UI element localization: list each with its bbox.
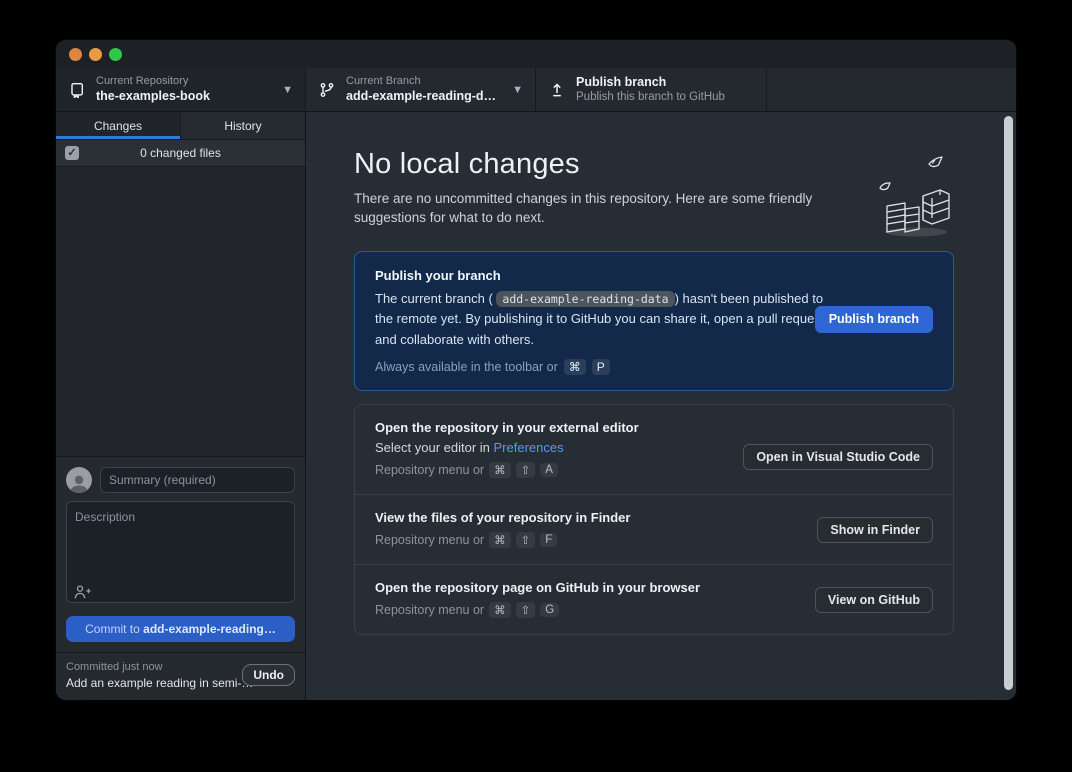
user-avatar [66,467,92,493]
shift-key: ⇧ [516,602,536,618]
vertical-scrollbar[interactable] [1004,116,1013,690]
changed-files-list [56,167,305,456]
suggestions-panel: Open the repository in your external edi… [354,404,954,635]
current-repository-dropdown[interactable]: Current Repository the-examples-book ▼ [56,68,306,111]
no-changes-illustration [872,154,958,240]
suggestion-view-on-github: Open the repository page on GitHub in yo… [355,564,953,634]
preferences-link[interactable]: Preferences [494,440,564,455]
summary-input[interactable] [100,467,295,493]
undo-commit-bar: Committed just now Add an example readin… [56,652,305,700]
changed-files-header: ✓ 0 changed files [56,140,305,167]
current-repository-value: the-examples-book [96,89,276,105]
close-window-button[interactable] [69,48,82,61]
add-coauthor-icon[interactable] [74,584,92,600]
cmd-key: ⌘ [489,602,511,618]
current-repository-label: Current Repository [96,75,276,89]
commit-button[interactable]: Commit to add-example-reading… [66,616,295,642]
suggestion-show-in-finder: View the files of your repository in Fin… [355,494,953,564]
commit-form: Commit to add-example-reading… [56,456,305,652]
git-branch-icon [318,81,335,98]
current-branch-label: Current Branch [346,75,506,89]
undo-button[interactable]: Undo [242,664,295,686]
page-subtitle: There are no uncommitted changes in this… [354,190,869,228]
publish-branch-title: Publish branch [576,75,754,91]
show-in-finder-button[interactable]: Show in Finder [817,517,933,543]
zoom-window-button[interactable] [109,48,122,61]
publish-branch-subtitle: Publish this branch to GitHub [576,90,754,104]
publish-branch-toolbar-button[interactable]: Publish branch Publish this branch to Gi… [536,68,767,111]
last-commit-message: Add an example reading in semi-… [66,675,242,691]
sidebar: Changes History ✓ 0 changed files [56,112,306,700]
sidebar-tabs: Changes History [56,112,305,140]
cmd-key: ⌘ [489,532,511,548]
toolbar: Current Repository the-examples-book ▼ C… [56,68,1016,112]
chevron-down-icon: ▼ [282,84,293,96]
shift-key: ⇧ [516,462,536,478]
upload-icon [548,81,565,98]
current-branch-dropdown[interactable]: Current Branch add-example-reading-d… ▼ [306,68,536,111]
g-key: G [540,603,559,617]
publish-branch-card: Publish your branch The current branch (… [354,251,954,392]
main-content: No local changes There are no uncommitte… [306,112,1016,700]
description-input[interactable] [66,501,295,603]
cmd-key: ⌘ [489,462,511,478]
commit-status: Committed just now [66,660,242,675]
shortcut-hint: Always available in the toolbar or [375,360,558,374]
shift-key: ⇧ [516,532,536,548]
a-key: A [540,463,558,477]
tab-history[interactable]: History [180,112,305,139]
open-in-editor-button[interactable]: Open in Visual Studio Code [743,444,933,470]
publish-card-title: Publish your branch [375,268,933,283]
suggestion-external-editor: Open the repository in your external edi… [355,405,953,494]
repo-icon [68,81,85,98]
select-all-checkbox[interactable]: ✓ [65,146,79,160]
cmd-key: ⌘ [564,359,586,375]
minimize-window-button[interactable] [89,48,102,61]
publish-card-body: The current branch ( add-example-reading… [375,289,830,351]
publish-branch-button[interactable]: Publish branch [815,306,933,333]
current-branch-value: add-example-reading-d… [346,89,506,105]
branch-name-chip: add-example-reading-data [496,291,674,307]
tab-changes[interactable]: Changes [56,112,180,139]
view-on-github-button[interactable]: View on GitHub [815,587,933,613]
chevron-down-icon: ▼ [512,84,523,96]
p-key: P [592,359,610,375]
changed-files-count: 0 changed files [79,146,282,160]
title-bar [56,40,1016,68]
app-window: Current Repository the-examples-book ▼ C… [56,40,1016,700]
f-key: F [540,533,557,547]
toolbar-spacer [767,68,1016,111]
